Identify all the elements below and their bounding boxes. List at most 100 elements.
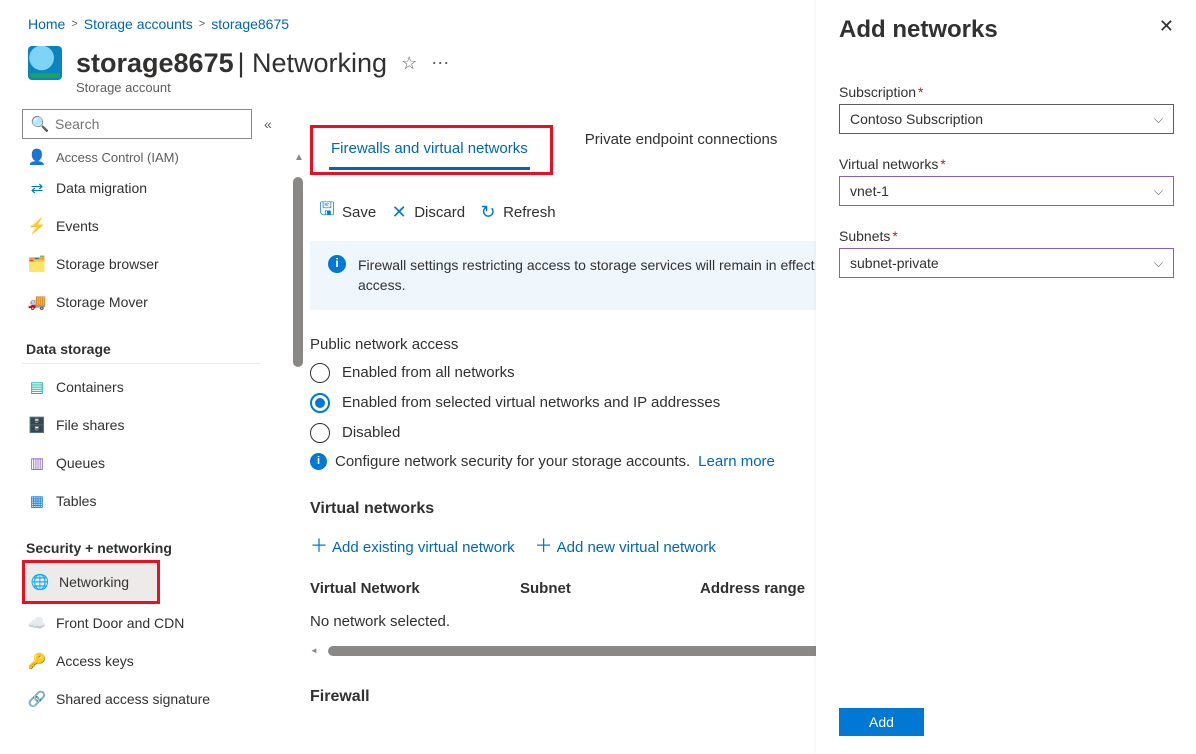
select-value: vnet-1: [850, 183, 889, 199]
refresh-button[interactable]: ↻ Refresh: [479, 203, 556, 221]
panel-title: Add networks: [839, 16, 998, 44]
tab-firewalls[interactable]: Firewalls and virtual networks: [329, 134, 530, 170]
sidebar-item-label: Events: [56, 218, 99, 234]
col-virtual-network: Virtual Network: [310, 580, 460, 597]
sidebar-search[interactable]: 🔍: [22, 109, 252, 139]
radio-icon: [310, 393, 330, 413]
sidebar-item-data-migration[interactable]: ⇄ Data migration: [22, 169, 290, 207]
plus-icon: ＋: [535, 536, 553, 556]
sidebar-item-events[interactable]: ⚡ Events: [22, 207, 290, 245]
page-title-name: storage8675: [76, 48, 234, 78]
chevron-right-icon: >: [71, 18, 77, 30]
radio-label: Disabled: [342, 424, 400, 441]
refresh-icon: ↻: [479, 203, 497, 221]
page-title-sep: |: [238, 48, 253, 78]
required-icon: *: [918, 84, 923, 100]
sidebar-item-containers[interactable]: ▤ Containers: [22, 368, 290, 406]
sidebar-item-label: Access keys: [56, 653, 134, 669]
sidebar-item-access-control[interactable]: 👤 Access Control (IAM): [22, 145, 290, 169]
highlight-box-tab: Firewalls and virtual networks: [310, 125, 553, 175]
hint-text: Configure network security for your stor…: [335, 453, 690, 470]
sidebar-item-label: Networking: [59, 574, 129, 590]
info-icon: i: [328, 255, 346, 273]
sidebar-item-file-shares[interactable]: 🗄️ File shares: [22, 406, 290, 444]
sidebar-section-data-storage: Data storage: [22, 321, 260, 364]
favorite-star-icon[interactable]: ☆: [401, 53, 417, 74]
toolbar-label: Refresh: [503, 204, 556, 221]
subscription-label: Subscription*: [839, 84, 1174, 100]
add-new-vnet-button[interactable]: ＋Add new virtual network: [535, 532, 716, 558]
learn-more-link[interactable]: Learn more: [698, 453, 775, 470]
chevron-down-icon: ⌵: [1154, 184, 1163, 199]
select-value: subnet-private: [850, 255, 939, 271]
discard-icon: ✕: [390, 203, 408, 221]
sidebar: 🔍 « ▲ 👤 Access Control (IAM) ⇄ Data migr…: [0, 109, 300, 720]
sidebar-item-tables[interactable]: ▦ Tables: [22, 482, 290, 520]
sidebar-item-front-door[interactable]: ☁️ Front Door and CDN: [22, 604, 290, 642]
toolbar-label: Discard: [414, 204, 465, 221]
add-button[interactable]: Add: [839, 708, 924, 736]
globe-icon: 🌐: [31, 573, 49, 591]
breadcrumb-current[interactable]: storage8675: [211, 16, 289, 32]
close-icon[interactable]: ✕: [1159, 16, 1174, 37]
subscription-select[interactable]: Contoso Subscription ⌵: [839, 104, 1174, 134]
required-icon: *: [940, 156, 945, 172]
subnets-select[interactable]: subnet-private ⌵: [839, 248, 1174, 278]
sidebar-section-security-networking: Security + networking: [22, 520, 290, 560]
save-button[interactable]: 🖫 Save: [318, 203, 376, 221]
save-icon: 🖫: [318, 203, 336, 221]
tables-icon: ▦: [28, 492, 46, 510]
search-icon: 🔍: [31, 115, 49, 133]
col-address-range: Address range: [700, 580, 805, 597]
sidebar-item-label: Access Control (IAM): [56, 150, 179, 165]
sidebar-item-label: Queues: [56, 455, 105, 471]
sidebar-item-access-keys[interactable]: 🔑 Access keys: [22, 642, 290, 680]
chevron-down-icon: ⌵: [1154, 112, 1163, 127]
discard-button[interactable]: ✕ Discard: [390, 203, 465, 221]
radio-icon: [310, 363, 330, 383]
sidebar-item-storage-browser[interactable]: 🗂️ Storage browser: [22, 245, 290, 283]
plus-icon: ＋: [310, 536, 328, 556]
virtual-networks-select[interactable]: vnet-1 ⌵: [839, 176, 1174, 206]
containers-icon: ▤: [28, 378, 46, 396]
front-door-icon: ☁️: [28, 614, 46, 632]
more-icon[interactable]: ⋯: [431, 53, 449, 74]
sidebar-search-input[interactable]: [55, 116, 243, 132]
sidebar-item-queues[interactable]: ▥ Queues: [22, 444, 290, 482]
add-networks-panel: Add networks ✕ Subscription* Contoso Sub…: [816, 0, 1196, 754]
collapse-sidebar-icon[interactable]: «: [264, 116, 272, 132]
sidebar-item-label: Shared access signature: [56, 691, 210, 707]
radio-label: Enabled from selected virtual networks a…: [342, 394, 720, 411]
action-label: Add new virtual network: [557, 539, 716, 556]
highlight-box-networking: 🌐 Networking: [22, 560, 160, 604]
sidebar-item-storage-mover[interactable]: 🚚 Storage Mover: [22, 283, 290, 321]
breadcrumb-storage-accounts[interactable]: Storage accounts: [84, 16, 193, 32]
sidebar-item-label: Containers: [56, 379, 124, 395]
chevron-down-icon: ⌵: [1154, 256, 1163, 271]
folder-icon: 🗂️: [28, 255, 46, 273]
lightning-icon: ⚡: [28, 217, 46, 235]
sidebar-item-label: Storage browser: [56, 256, 159, 272]
sidebar-item-label: Storage Mover: [56, 294, 148, 310]
sidebar-item-sas[interactable]: 🔗 Shared access signature: [22, 680, 290, 718]
toolbar-label: Save: [342, 204, 376, 221]
key-icon: 🔑: [28, 652, 46, 670]
migration-icon: ⇄: [28, 179, 46, 197]
tab-private-endpoints[interactable]: Private endpoint connections: [583, 125, 780, 175]
sidebar-item-label: Tables: [56, 493, 96, 509]
queues-icon: ▥: [28, 454, 46, 472]
virtual-networks-label: Virtual networks*: [839, 156, 1174, 172]
radio-label: Enabled from all networks: [342, 364, 515, 381]
info-icon: i: [310, 453, 327, 470]
sidebar-item-networking[interactable]: 🌐 Networking: [25, 563, 157, 601]
sidebar-item-label: Data migration: [56, 180, 147, 196]
breadcrumb-home[interactable]: Home: [28, 16, 65, 32]
storage-account-icon: [28, 46, 62, 80]
person-icon: 👤: [28, 148, 46, 166]
add-existing-vnet-button[interactable]: ＋Add existing virtual network: [310, 532, 515, 558]
sidebar-item-label: Front Door and CDN: [56, 615, 184, 631]
chevron-right-icon: >: [199, 18, 205, 30]
subnets-label: Subnets*: [839, 228, 1174, 244]
mover-icon: 🚚: [28, 293, 46, 311]
action-label: Add existing virtual network: [332, 539, 515, 556]
